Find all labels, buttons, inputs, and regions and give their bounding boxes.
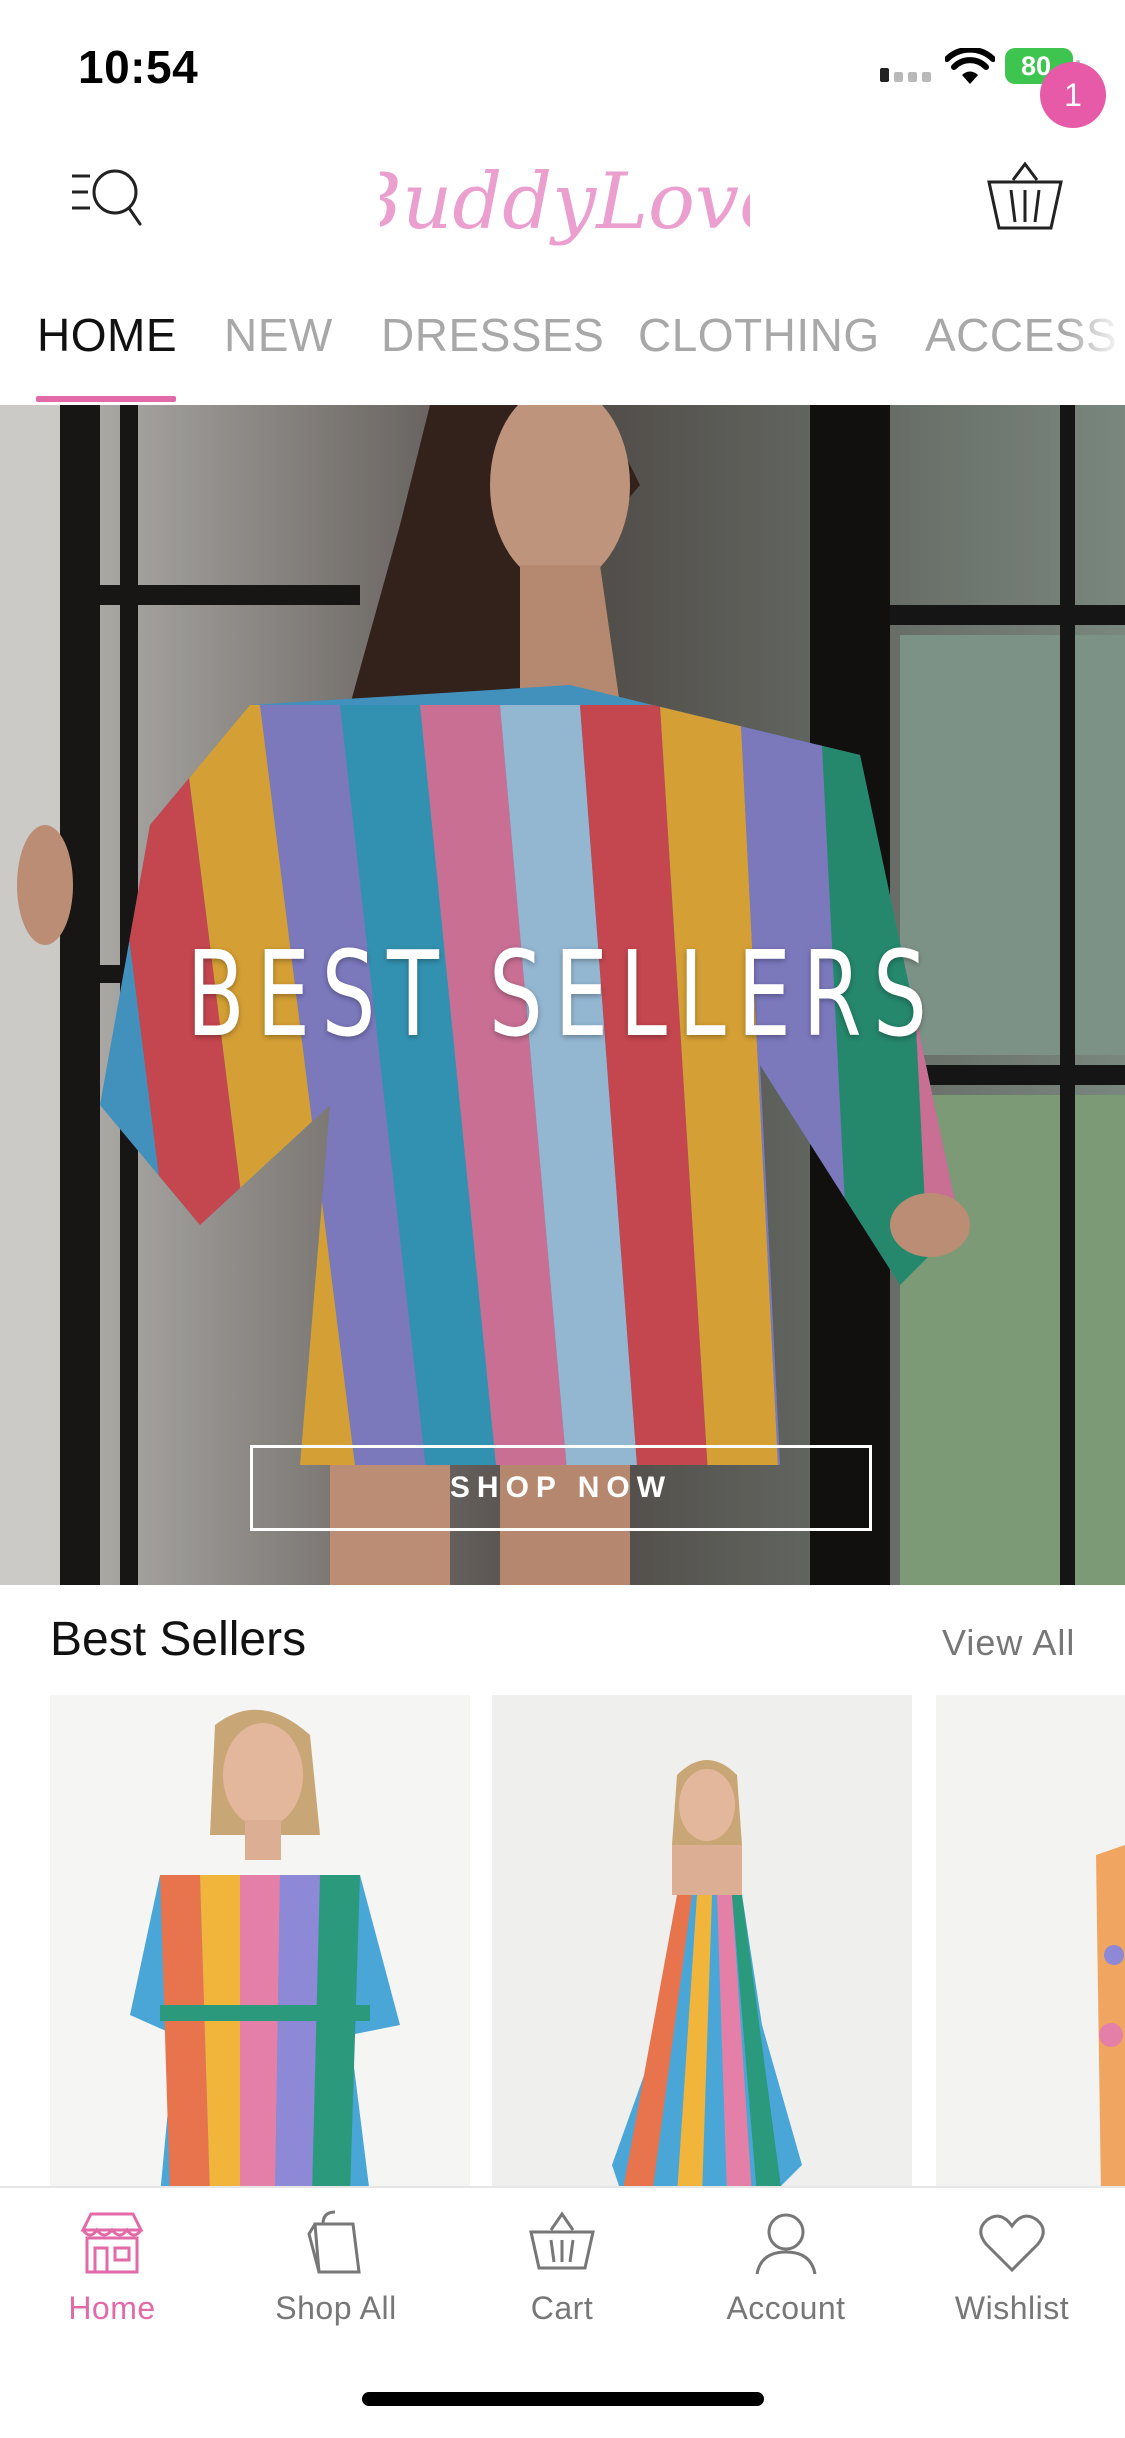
status-bar: 10:54 80 [0, 0, 1125, 130]
buddylove-logo[interactable]: BuddyLove [380, 130, 750, 280]
wifi-icon [945, 48, 995, 84]
product-card[interactable] [492, 1695, 912, 2195]
view-all-link[interactable]: View All [942, 1622, 1075, 1664]
tab-dresses[interactable]: DRESSES [381, 308, 604, 362]
app-header: BuddyLove [0, 130, 1125, 280]
shop-now-button[interactable]: SHOP NOW [250, 1445, 872, 1531]
product-card[interactable] [50, 1695, 470, 2195]
cart-count-badge: 1 [1040, 62, 1106, 128]
product-image [936, 1695, 1125, 2195]
logo-text: BuddyLove [380, 157, 750, 247]
category-tabs: HOME NEW DRESSES CLOTHING ACCESS [0, 290, 1125, 406]
nav-label: Wishlist [954, 2290, 1070, 2326]
nav-account[interactable]: Account [686, 2208, 886, 2327]
tab-home[interactable]: HOME [37, 308, 177, 362]
nav-label: Account [726, 2290, 846, 2326]
nav-label: Cart [530, 2290, 594, 2326]
nav-label: Home [68, 2290, 156, 2326]
status-time: 10:54 [78, 41, 199, 93]
product-image [50, 1695, 470, 2195]
tab-new[interactable]: NEW [224, 308, 333, 362]
best-sellers-title: Best Sellers [50, 1613, 307, 1666]
nav-label: Shop All [275, 2290, 397, 2326]
product-image [492, 1695, 912, 2195]
home-indicator[interactable] [362, 2392, 764, 2406]
hero-title: BEST SELLERS [186, 925, 939, 1063]
hero-banner[interactable]: BEST SELLERS SHOP NOW [0, 405, 1125, 1585]
nav-home[interactable]: Home [12, 2208, 212, 2327]
storefront-icon [80, 2212, 144, 2274]
shopping-bag-icon [307, 2210, 361, 2274]
tab-clothing[interactable]: CLOTHING [638, 308, 880, 362]
person-icon [755, 2213, 817, 2275]
cellular-signal-icon [880, 68, 931, 82]
nav-cart[interactable]: Cart [462, 2208, 662, 2327]
header-cart-icon[interactable] [985, 160, 1065, 240]
menu-search-icon[interactable] [68, 162, 148, 234]
active-tab-indicator [36, 396, 176, 402]
product-card[interactable] [936, 1695, 1125, 2195]
heart-icon [979, 2214, 1045, 2273]
basket-icon [529, 2211, 595, 2270]
nav-wishlist[interactable]: Wishlist [912, 2208, 1112, 2327]
nav-shop-all[interactable]: Shop All [236, 2208, 436, 2327]
